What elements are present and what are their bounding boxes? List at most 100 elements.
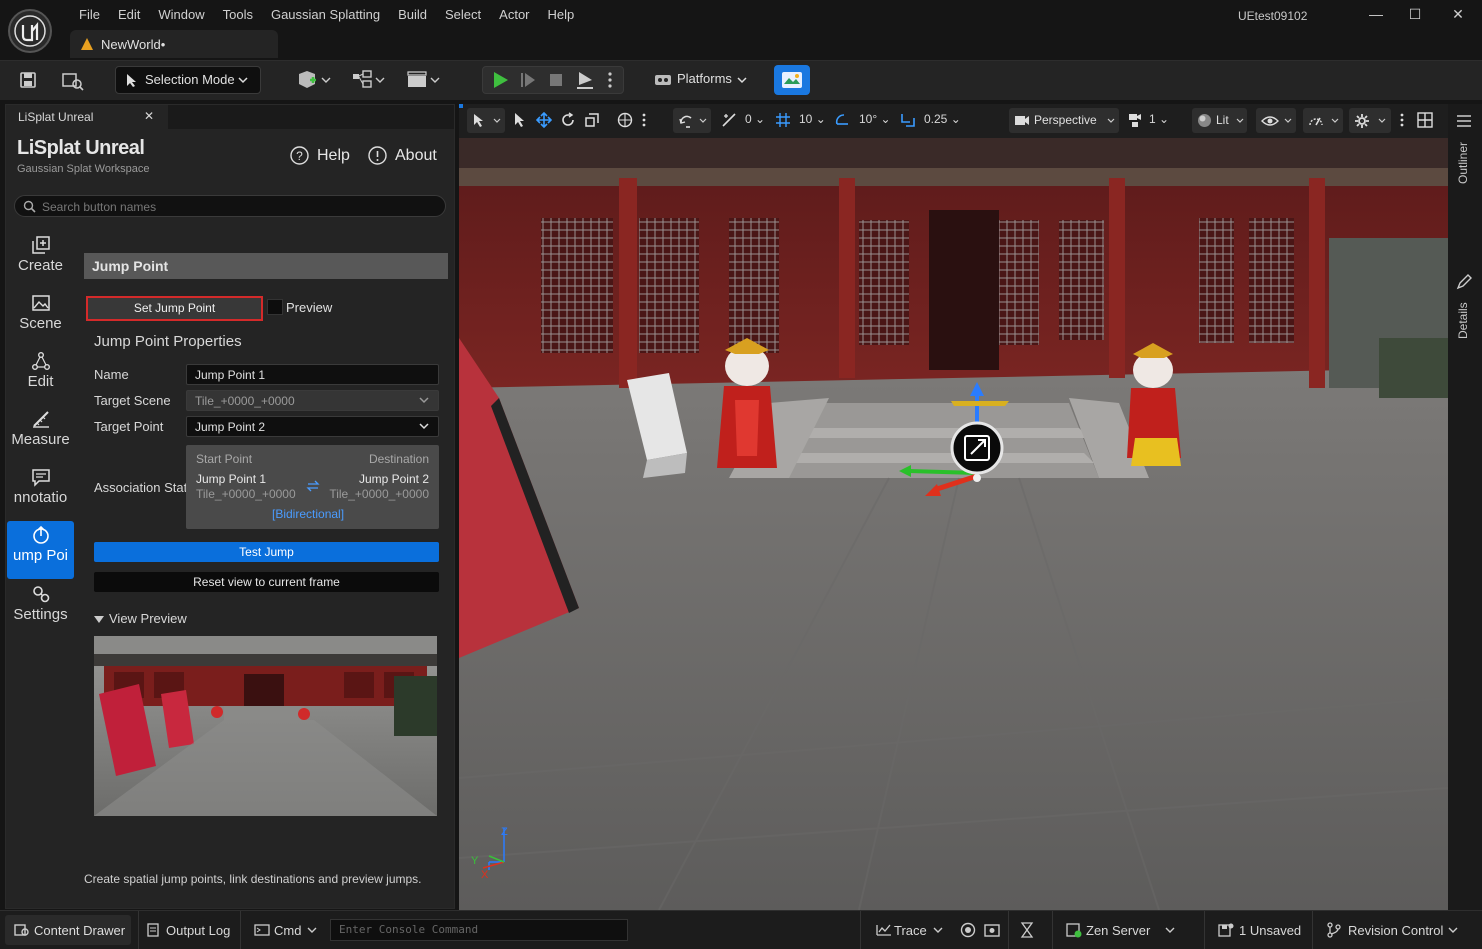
- content-drawer-button[interactable]: Content Drawer: [5, 915, 131, 945]
- grid-snap-value[interactable]: 10 ⌄: [799, 112, 826, 126]
- chevron-down-icon: [238, 77, 248, 84]
- view-preview-toggle[interactable]: View Preview: [94, 611, 187, 626]
- trace-icon[interactable]: [876, 923, 892, 937]
- zen-server-dropdown[interactable]: Zen Server: [1086, 923, 1150, 938]
- selection-mode-dropdown[interactable]: Selection Mode: [115, 66, 261, 94]
- camera-speed-value[interactable]: 1 ⌄: [1149, 112, 1169, 126]
- scale-tool-icon[interactable]: [584, 112, 600, 128]
- play-options-icon[interactable]: [607, 71, 613, 89]
- screenshot-icon[interactable]: [984, 922, 1000, 938]
- close-window-icon[interactable]: ✕: [1448, 6, 1468, 24]
- search-input[interactable]: Search button names: [14, 195, 446, 217]
- menu-build[interactable]: Build: [389, 7, 436, 23]
- output-log-button[interactable]: Output Log: [166, 923, 230, 938]
- add-actor-icon[interactable]: [297, 70, 333, 90]
- name-field[interactable]: Jump Point 1: [186, 364, 439, 385]
- nav-scene[interactable]: Scene: [7, 289, 74, 345]
- transform-mode-dropdown[interactable]: [467, 108, 505, 133]
- step-icon[interactable]: [519, 71, 537, 89]
- snap-value-0[interactable]: 0 ⌄: [745, 112, 765, 126]
- rotate-tool-icon[interactable]: [560, 112, 576, 128]
- blueprint-icon[interactable]: [351, 70, 387, 90]
- menu-select[interactable]: Select: [436, 7, 490, 23]
- menu-edit[interactable]: Edit: [109, 7, 149, 23]
- minimize-icon[interactable]: —: [1366, 6, 1386, 24]
- unsaved-icon[interactable]: [1218, 922, 1234, 938]
- output-log-icon[interactable]: [147, 923, 159, 937]
- nav-create[interactable]: Create: [7, 231, 74, 287]
- hourglass-icon[interactable]: [1020, 922, 1034, 938]
- record-icon[interactable]: [960, 922, 976, 938]
- nav-settings[interactable]: Settings: [7, 580, 74, 636]
- console-input[interactable]: Enter Console Command: [330, 919, 628, 941]
- lit-mode-dropdown[interactable]: Lit: [1192, 108, 1247, 133]
- angle-snap-icon[interactable]: [834, 112, 850, 128]
- viewport-settings-dropdown[interactable]: [1349, 108, 1391, 133]
- camera-speed-icon[interactable]: [1128, 112, 1146, 128]
- cinematics-icon[interactable]: [406, 70, 442, 90]
- preview-checkbox[interactable]: [267, 299, 283, 315]
- chevron-down-icon[interactable]: [1165, 927, 1175, 934]
- menu-window[interactable]: Window: [149, 7, 213, 23]
- document-tab[interactable]: NewWorld•: [70, 30, 278, 58]
- test-jump-button[interactable]: Test Jump: [94, 542, 439, 562]
- target-scene-select[interactable]: Tile_+0000_+0000: [186, 390, 439, 411]
- set-jump-point-button[interactable]: Set Jump Point: [86, 296, 263, 321]
- scale-snap-value[interactable]: 0.25 ⌄: [924, 112, 961, 126]
- nav-scene-label: Scene: [19, 315, 62, 332]
- details-tab[interactable]: Details: [1456, 302, 1470, 339]
- lisplat-plugin-button[interactable]: [774, 65, 810, 95]
- chevron-down-icon[interactable]: [933, 927, 943, 934]
- outliner-tab[interactable]: Outliner: [1456, 142, 1470, 184]
- menu-gaussian-splatting[interactable]: Gaussian Splatting: [262, 7, 389, 23]
- menu-actor[interactable]: Actor: [490, 7, 538, 23]
- scale-snap-icon[interactable]: [900, 112, 916, 128]
- nav-annotation[interactable]: nnotatio: [7, 463, 74, 519]
- eject-icon[interactable]: [575, 70, 595, 90]
- platforms-dropdown[interactable]: Platforms: [648, 66, 758, 94]
- panel-tab[interactable]: LiSplat Unreal ✕: [6, 105, 168, 129]
- unsaved-button[interactable]: 1 Unsaved: [1239, 923, 1301, 938]
- revision-control-icon[interactable]: [1327, 922, 1341, 938]
- angle-snap-value[interactable]: 10° ⌄: [859, 112, 891, 126]
- zen-server-icon[interactable]: [1066, 922, 1082, 938]
- trace-dropdown[interactable]: Trace: [894, 923, 927, 938]
- nav-jump-point[interactable]: ump Poi: [7, 521, 74, 579]
- performance-dropdown[interactable]: [1303, 108, 1343, 133]
- outliner-icon[interactable]: [1456, 114, 1472, 128]
- move-tool-icon[interactable]: [536, 112, 552, 128]
- close-tab-icon[interactable]: ✕: [144, 109, 154, 123]
- about-button[interactable]: About: [368, 146, 437, 165]
- world-local-icon[interactable]: [617, 112, 633, 128]
- rotation-snap-icon[interactable]: [721, 112, 737, 128]
- menu-tools[interactable]: Tools: [214, 7, 262, 23]
- target-point-select[interactable]: Jump Point 2: [186, 416, 439, 437]
- play-icon[interactable]: [491, 71, 509, 89]
- maximize-icon[interactable]: ☐: [1405, 6, 1425, 24]
- menu-file[interactable]: File: [70, 7, 109, 23]
- cmd-dropdown[interactable]: Cmd: [274, 923, 301, 938]
- revision-control-dropdown[interactable]: Revision Control: [1348, 923, 1443, 938]
- details-pencil-icon[interactable]: [1456, 274, 1472, 290]
- surface-snap-dropdown[interactable]: [673, 108, 711, 133]
- viewport-more-icon[interactable]: [1399, 112, 1405, 128]
- content-browser-icon[interactable]: [62, 71, 84, 91]
- save-icon[interactable]: [19, 71, 37, 89]
- show-flags-dropdown[interactable]: [1256, 108, 1296, 133]
- menu-help[interactable]: Help: [539, 7, 584, 23]
- chevron-down-icon[interactable]: [1448, 927, 1458, 934]
- level-viewport[interactable]: Z X Y: [459, 138, 1448, 910]
- reset-view-button[interactable]: Reset view to current frame: [94, 572, 439, 592]
- perspective-dropdown[interactable]: Perspective: [1009, 108, 1119, 133]
- terminal-icon[interactable]: [254, 924, 270, 936]
- unreal-logo-icon[interactable]: [8, 9, 52, 53]
- grid-snap-icon[interactable]: [775, 112, 791, 128]
- nav-measure[interactable]: Measure: [7, 405, 74, 461]
- select-tool-icon[interactable]: [513, 112, 527, 128]
- help-button[interactable]: ? Help: [290, 146, 350, 165]
- viewport-layout-icon[interactable]: [1417, 112, 1433, 128]
- stop-icon[interactable]: [547, 71, 565, 89]
- more-options-icon[interactable]: [641, 112, 647, 128]
- chevron-down-icon[interactable]: [307, 927, 317, 934]
- nav-edit[interactable]: Edit: [7, 347, 74, 403]
